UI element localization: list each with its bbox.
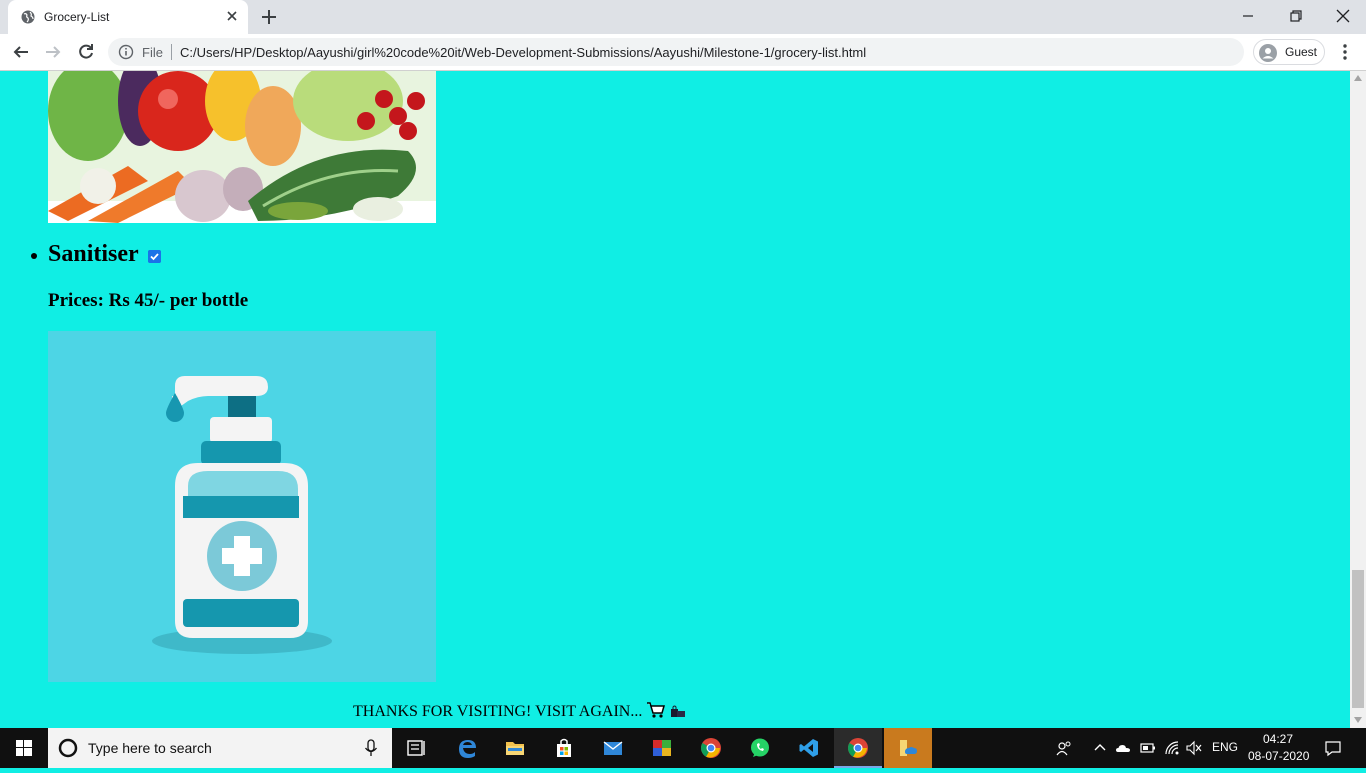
page-content: Sanitiser Prices: Rs 45/- per bottle THA… [0, 71, 1350, 728]
vegetables-image [48, 71, 436, 223]
microphone-icon[interactable] [364, 739, 378, 757]
language-indicator[interactable]: ENG [1212, 740, 1238, 754]
forward-arrow-icon[interactable] [44, 43, 62, 61]
scroll-up-arrow-icon[interactable] [1354, 75, 1362, 81]
mail-taskbar-button[interactable] [589, 728, 637, 768]
start-button[interactable] [0, 728, 48, 768]
close-icon[interactable] [224, 8, 240, 24]
scheme-label: File [142, 45, 163, 60]
winrar-taskbar-button[interactable] [638, 728, 686, 768]
item-price-sanitiser: Prices: Rs 45/- per bottle [48, 290, 249, 311]
item-checkbox[interactable] [148, 250, 161, 263]
profile-button[interactable]: Guest [1253, 39, 1325, 65]
new-tab-plus-icon[interactable] [260, 8, 278, 26]
taskbar-search-box[interactable]: Type here to search [48, 728, 392, 768]
notification-center-icon[interactable] [1324, 739, 1342, 757]
back-arrow-icon[interactable] [12, 43, 30, 61]
footer-message: THANKS FOR VISITING! VISIT AGAIN... [353, 701, 686, 721]
omnibox-divider [171, 44, 172, 60]
task-view-button[interactable] [392, 728, 440, 768]
shopping-cart-icon [647, 702, 666, 718]
url-text[interactable]: C:/Users/HP/Desktop/Aayushi/girl%20code%… [180, 45, 866, 60]
whatsapp-icon [751, 738, 769, 757]
clock-date[interactable]: 08-07-2020 [1248, 749, 1309, 763]
file-explorer-taskbar-button[interactable] [491, 728, 539, 768]
browser-toolbar: File C:/Users/HP/Desktop/Aayushi/girl%20… [0, 34, 1366, 71]
address-bar[interactable]: File C:/Users/HP/Desktop/Aayushi/girl%20… [108, 38, 1244, 66]
clock-time[interactable]: 04:27 [1262, 732, 1294, 746]
browser-tab-active[interactable]: Grocery-List [8, 0, 248, 34]
chrome-active-taskbar-button[interactable] [834, 728, 882, 768]
profile-label: Guest [1285, 45, 1318, 59]
windows-logo-icon [16, 740, 32, 756]
chevron-up-icon[interactable] [1092, 740, 1108, 756]
window-close-icon[interactable] [1334, 7, 1352, 25]
scrollbar-thumb[interactable] [1352, 570, 1364, 708]
page-scrollbar[interactable] [1350, 71, 1366, 728]
edge-icon [459, 740, 476, 758]
edge-taskbar-button[interactable] [443, 728, 491, 768]
globe-icon [21, 10, 35, 24]
shopping-bags-icon [671, 705, 686, 717]
search-placeholder: Type here to search [88, 740, 212, 756]
minimize-icon[interactable] [1240, 8, 1256, 24]
windows-taskbar: Type here to search ENG 04:27 08-07-2020 [0, 728, 1366, 768]
restore-icon[interactable] [1288, 8, 1304, 24]
reload-icon[interactable] [77, 43, 95, 61]
tab-title: Grocery-List [44, 10, 110, 24]
folder-cloud-icon [900, 740, 917, 756]
footer-text: THANKS FOR VISITING! VISIT AGAIN... [353, 703, 643, 720]
battery-icon[interactable] [1140, 740, 1156, 756]
person-icon [1259, 44, 1277, 62]
whatsapp-taskbar-button[interactable] [736, 728, 784, 768]
speaker-muted-icon[interactable] [1186, 740, 1202, 756]
vscode-icon [799, 739, 818, 757]
winrar-books-icon [653, 740, 671, 756]
onedrive-folder-taskbar-button[interactable] [884, 728, 932, 768]
people-icon[interactable] [1056, 740, 1072, 756]
more-vert-icon[interactable] [1336, 43, 1354, 61]
mail-envelope-icon [603, 741, 623, 755]
chrome-icon [848, 738, 868, 758]
folder-icon [506, 742, 524, 755]
info-icon[interactable] [118, 44, 134, 60]
vscode-taskbar-button[interactable] [785, 728, 833, 768]
browser-tabstrip: Grocery-List [0, 0, 1366, 34]
store-taskbar-button[interactable] [540, 728, 588, 768]
sanitiser-bottle-image [48, 331, 436, 682]
cloud-icon[interactable] [1115, 740, 1131, 756]
cortana-circle-icon [58, 738, 78, 758]
item-name-sanitiser: Sanitiser [48, 241, 139, 267]
store-bag-icon [557, 738, 571, 757]
chrome-taskbar-button[interactable] [687, 728, 735, 768]
chrome-icon [701, 738, 721, 758]
list-bullet [31, 253, 37, 259]
scroll-down-arrow-icon[interactable] [1354, 717, 1362, 723]
wifi-icon[interactable] [1164, 740, 1180, 756]
task-view-icon [407, 740, 425, 756]
